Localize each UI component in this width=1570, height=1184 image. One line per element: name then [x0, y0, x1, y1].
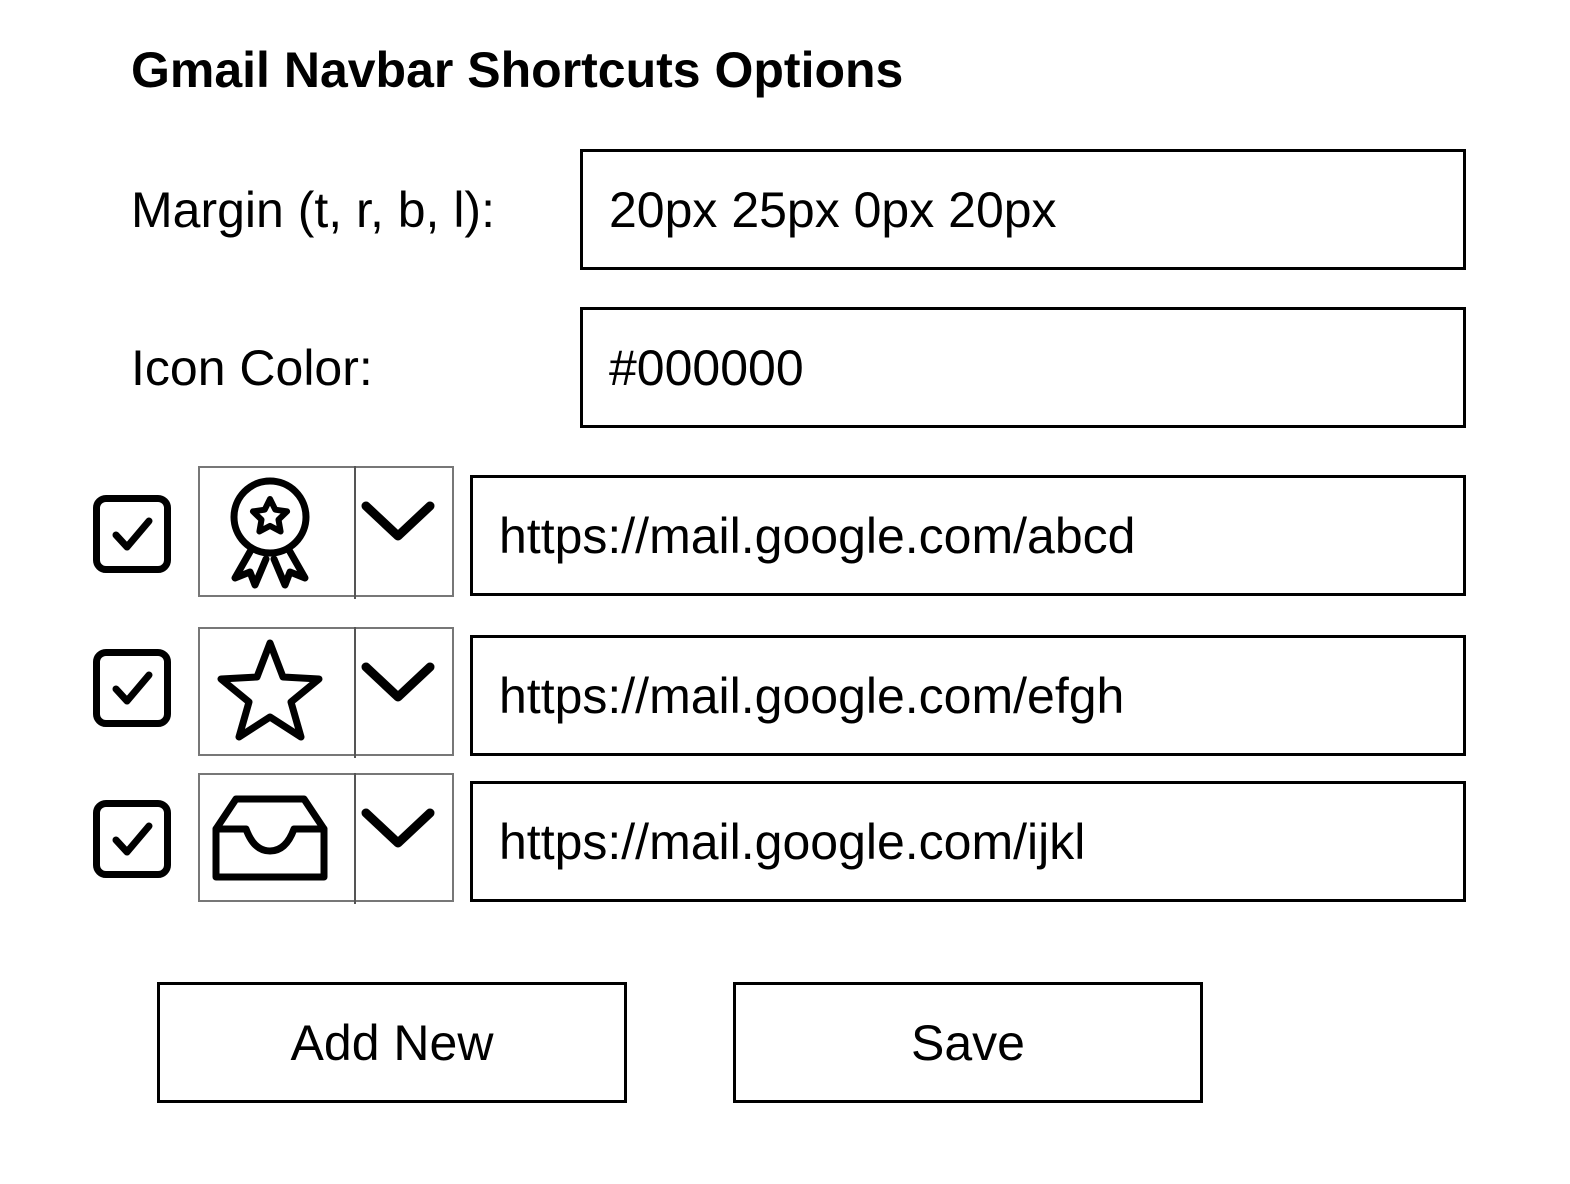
shortcut-url-input[interactable] — [470, 781, 1466, 902]
icon-picker[interactable] — [198, 627, 454, 758]
margin-input[interactable] — [580, 149, 1466, 270]
checkmark-icon — [112, 517, 153, 551]
chevron-down-icon — [361, 662, 435, 702]
checkmark-icon — [112, 671, 153, 705]
icon-picker[interactable] — [198, 773, 454, 904]
award-badge-icon — [230, 477, 310, 589]
icon-color-label: Icon Color: — [131, 340, 373, 396]
shortcut-url-input[interactable] — [470, 475, 1466, 596]
icon-color-input[interactable] — [580, 307, 1466, 428]
save-button[interactable]: Save — [733, 982, 1203, 1103]
chevron-down-icon — [361, 808, 435, 848]
add-new-button[interactable]: Add New — [157, 982, 627, 1103]
checkmark-icon — [112, 822, 153, 856]
shortcut-enabled-checkbox[interactable] — [93, 800, 171, 878]
chevron-down-icon — [361, 501, 435, 541]
page-title: Gmail Navbar Shortcuts Options — [131, 42, 904, 98]
margin-label: Margin (t, r, b, l): — [131, 182, 495, 238]
icon-picker[interactable] — [198, 466, 454, 599]
shortcut-url-input[interactable] — [470, 635, 1466, 756]
star-icon — [217, 639, 323, 741]
inbox-tray-icon — [212, 795, 328, 881]
shortcut-enabled-checkbox[interactable] — [93, 495, 171, 573]
shortcut-enabled-checkbox[interactable] — [93, 649, 171, 727]
